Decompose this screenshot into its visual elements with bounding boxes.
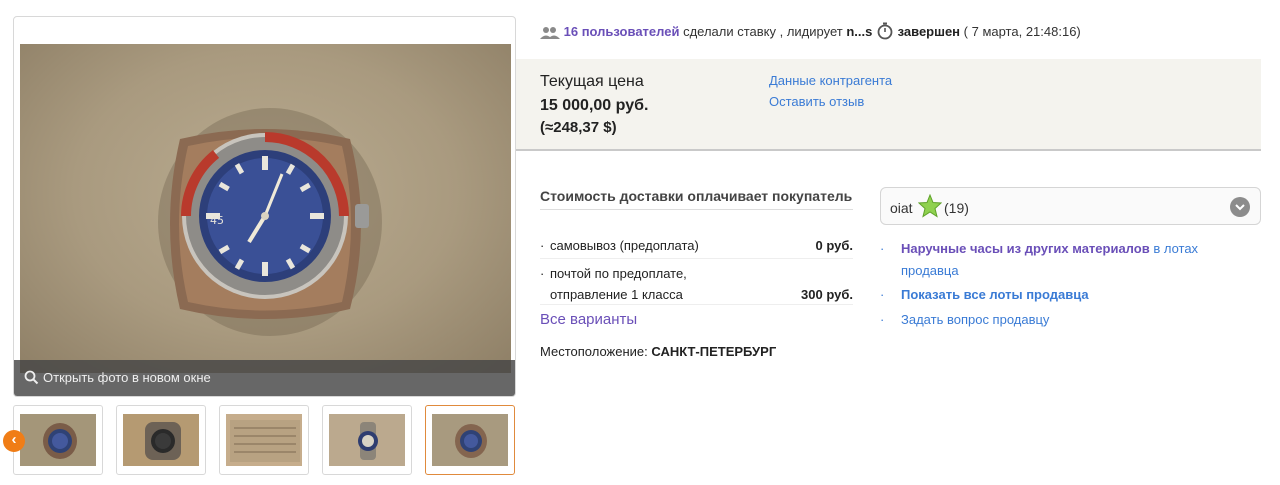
bullet: · (880, 287, 885, 302)
shipping-option: · почтой по предоплате, отправление 1 кла… (540, 263, 853, 305)
location: Местоположение: САНКТ-ПЕТЕРБУРГ (540, 344, 776, 359)
divider (540, 258, 853, 259)
thumbnail-image (20, 414, 96, 466)
shipping-option-name: самовывоз (предоплата) (550, 238, 699, 253)
star-icon (918, 194, 942, 218)
thumbnails-prev-button[interactable]: ‹ (3, 430, 25, 452)
chevron-down-icon[interactable] (1230, 197, 1250, 217)
counterparty-data-link[interactable]: Данные контрагента (769, 73, 892, 88)
bids-summary: 16 пользователей сделали ставку , лидиру… (540, 22, 1081, 40)
shipping-option-price: 0 руб. (815, 238, 853, 253)
open-photo-label: Открыть фото в новом окне (43, 370, 211, 385)
price-usd-equivalent: (≈248,37 $) (540, 119, 617, 136)
thumbnail-2[interactable] (116, 405, 206, 475)
thumbnail-image (329, 414, 405, 466)
price-panel: Текущая цена 15 000,00 руб. (≈248,37 $) … (516, 59, 1261, 151)
ask-seller-question-link[interactable]: Задать вопрос продавцу (901, 312, 1049, 327)
divider (540, 304, 853, 305)
current-price-label: Текущая цена (540, 73, 644, 90)
auction-status: завершен (897, 24, 961, 39)
shipping-option-subname: отправление 1 класса (550, 287, 683, 302)
leave-feedback-link[interactable]: Оставить отзыв (769, 94, 864, 109)
show-all-seller-lots-link[interactable]: Показать все лоты продавца (901, 287, 1089, 302)
svg-text:45: 45 (210, 214, 224, 227)
seller-rating: (19) (944, 200, 969, 216)
watch-photo[interactable]: 45 (20, 44, 511, 373)
bullet: · (880, 312, 885, 327)
open-photo-new-window[interactable]: Открыть фото в новом окне (14, 360, 515, 396)
bids-text: сделали ставку , лидирует (679, 24, 847, 39)
thumbnail-3[interactable] (219, 405, 309, 475)
location-value: САНКТ-ПЕТЕРБУРГ (651, 344, 777, 359)
bullet: · (880, 241, 885, 256)
current-price-value: 15 000,00 руб. (540, 97, 649, 114)
seller-name: oiat (890, 200, 913, 216)
location-label: Местоположение: (540, 344, 652, 359)
main-photo-frame[interactable]: 45 Открыть фото в новом окне (13, 16, 516, 397)
users-icon (540, 27, 560, 39)
magnifier-icon (24, 370, 39, 385)
stopwatch-icon (877, 22, 893, 40)
bullet: · (540, 238, 545, 253)
thumbnail-image (123, 414, 199, 466)
bid-leader: n...s (846, 24, 873, 39)
thumbnail-image (432, 414, 508, 466)
category-lots-link[interactable]: Наручные часы из других материалов (901, 241, 1150, 256)
thumbnail-strip (13, 405, 516, 477)
auction-end-time: ( 7 марта, 21:48:16) (960, 24, 1081, 39)
thumbnail-image (226, 414, 302, 466)
bullet: · (540, 266, 545, 281)
thumbnail-5[interactable] (425, 405, 515, 475)
all-shipping-variants-link[interactable]: Все варианты (540, 311, 637, 328)
thumbnail-1[interactable] (13, 405, 103, 475)
thumbnail-4[interactable] (322, 405, 412, 475)
shipping-option: · самовывоз (предоплата) 0 руб. (540, 238, 853, 253)
shipping-option-price: 300 руб. (801, 287, 853, 302)
shipping-title: Стоимость доставки оплачивает покупатель (540, 187, 853, 210)
bidders-link[interactable]: 16 пользователей (564, 24, 680, 39)
seller-dropdown[interactable]: oiat (19) (880, 187, 1261, 225)
shipping-option-name: почтой по предоплате, (550, 266, 687, 281)
